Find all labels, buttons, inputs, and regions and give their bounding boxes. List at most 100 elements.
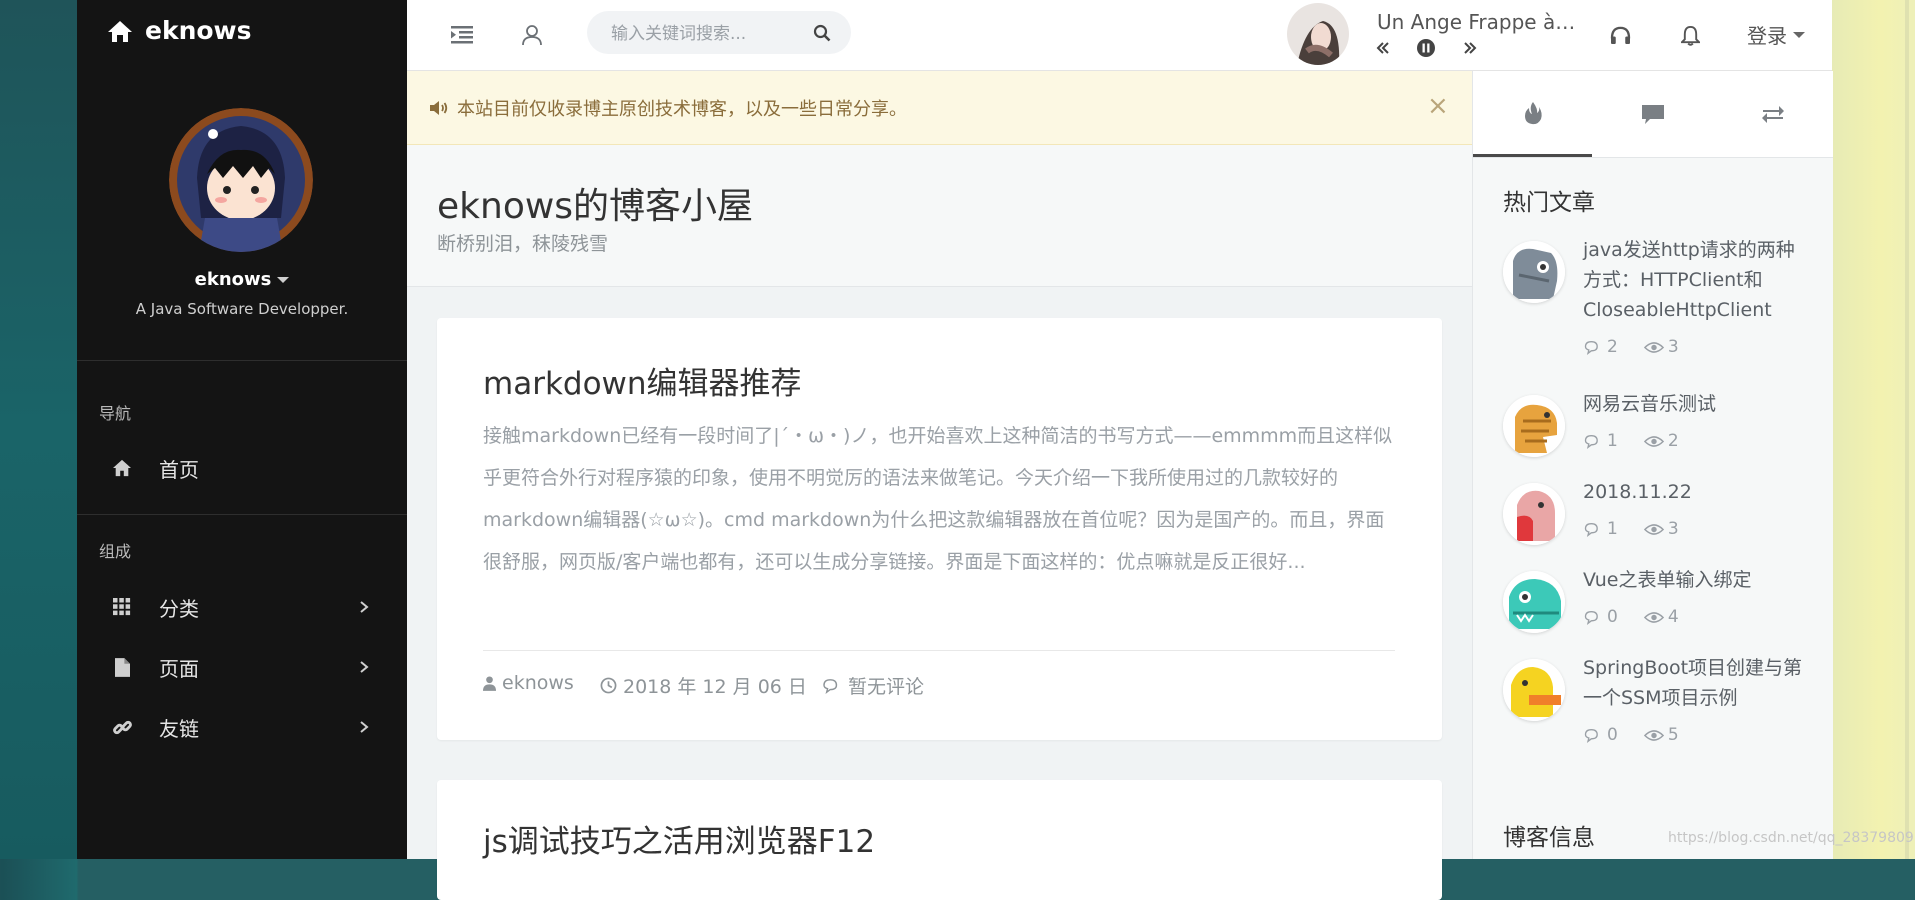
avatar[interactable] (169, 108, 313, 252)
close-icon[interactable]: × (1427, 91, 1449, 121)
eye-icon (1643, 729, 1664, 741)
album-cover[interactable] (1287, 3, 1349, 65)
comments-icon (1584, 340, 1598, 355)
comment-count: 1 (1607, 519, 1618, 539)
user-button[interactable] (519, 22, 545, 48)
author-name: eknows (502, 672, 574, 694)
comments-icon (1584, 434, 1598, 449)
post-date: 2018 年 12 月 06 日 (600, 672, 807, 699)
previous-track-button[interactable] (1373, 38, 1393, 58)
notice-banner: 本站目前仅收录博主原创技术博客，以及一些日常分享。 × (407, 71, 1472, 145)
divider (77, 360, 407, 361)
search-icon[interactable] (813, 24, 831, 42)
page-header: eknows的博客小屋 断桥别泪，秣陵残雪 (407, 145, 1472, 287)
post-card: js调试技巧之活用浏览器F12 (437, 780, 1442, 900)
post-stats: 0 5 (1583, 725, 1679, 745)
comments-icon (1584, 728, 1598, 743)
date-text: 2018 年 12 月 06 日 (623, 676, 807, 698)
view-count: 3 (1667, 337, 1679, 357)
chevron-right-icon (360, 601, 369, 613)
site-title: eknows的博客小屋 (437, 186, 754, 227)
comments-text: 暂无评论 (848, 676, 925, 698)
file-icon (111, 656, 133, 678)
menu-indent-icon (451, 26, 473, 44)
sidebar-item-categories[interactable]: 分类 (77, 582, 407, 632)
search-box (587, 11, 851, 56)
hot-post-title: 2018.11.22 (1583, 481, 1692, 503)
hot-posts-heading: 热门文章 (1503, 190, 1595, 216)
profile-username[interactable]: eknows (77, 269, 407, 290)
window-scrollbar[interactable] (1905, 0, 1909, 859)
comments-icon (823, 678, 838, 694)
post-title[interactable]: js调试技巧之活用浏览器F12 (483, 816, 875, 861)
hot-post-title: Vue之表单输入绑定 (1583, 569, 1752, 591)
tab-random[interactable] (1713, 71, 1832, 157)
eye-icon (1643, 435, 1664, 447)
site-subtitle: 断桥别泪，秣陵残雪 (437, 233, 609, 255)
sidebar-toggle-button[interactable] (449, 22, 475, 48)
headphones-button[interactable] (1607, 22, 1633, 48)
notifications-button[interactable] (1677, 22, 1703, 48)
post-comments[interactable]: 暂无评论 (822, 672, 924, 699)
link-icon (111, 716, 133, 738)
caret-down-icon (1793, 31, 1805, 38)
sidebar-item-label: 页面 (159, 656, 199, 681)
right-sidebar: 热门文章 java发送http请求的两种方式：HTTPClient和Closea… (1472, 71, 1833, 859)
top-header: Un Ange Frappe à Ma Porte 登录 (407, 0, 1832, 71)
home-icon (111, 457, 133, 479)
hot-post-title: 网易云音乐测试 (1583, 393, 1717, 415)
tab-hot[interactable] (1473, 71, 1592, 157)
tab-comments[interactable] (1593, 71, 1712, 157)
eye-icon (1643, 523, 1664, 535)
brand-name: eknows (145, 16, 252, 45)
view-count: 5 (1667, 725, 1679, 745)
speaker-icon (430, 101, 448, 115)
view-count: 4 (1667, 607, 1679, 627)
username-text: eknows (194, 269, 272, 290)
sidebar-item-label: 分类 (159, 596, 199, 621)
sidebar-item-label: 友链 (159, 716, 199, 741)
nav-heading: 组成 (99, 542, 132, 561)
pause-button[interactable] (1416, 38, 1436, 58)
watermark: https://blog.csdn.net/qq_28379809 (1668, 830, 1914, 846)
post-avatar (1503, 483, 1565, 545)
view-count: 2 (1667, 431, 1679, 451)
comments-icon (1584, 610, 1598, 625)
post-excerpt: 接触markdown已经有一段时间了|´・ω・)ノ，也开始喜欢上这种简洁的书写方… (483, 425, 1393, 573)
comments-icon (1584, 522, 1598, 537)
main-content: eknows的博客小屋 断桥别泪，秣陵残雪 markdown编辑器推荐 接触ma… (407, 145, 1472, 900)
nav-heading: 导航 (99, 404, 132, 423)
post-stats: 1 2 (1583, 431, 1679, 451)
post-avatar (1503, 395, 1565, 457)
post-title[interactable]: markdown编辑器推荐 (483, 358, 802, 403)
grid-icon (111, 596, 133, 618)
sidebar-item-home[interactable]: 首页 (77, 443, 407, 493)
sidebar-item-pages[interactable]: 页面 (77, 642, 407, 692)
sidebar-item-links[interactable]: 友链 (77, 702, 407, 752)
comment-count: 0 (1607, 725, 1618, 745)
clock-icon (600, 677, 617, 694)
comment-count: 2 (1607, 337, 1618, 357)
brand-link[interactable]: eknows (107, 16, 252, 45)
search-input[interactable] (609, 11, 813, 56)
divider (77, 514, 407, 515)
post-stats: 0 4 (1583, 607, 1679, 627)
user-icon (522, 25, 542, 46)
eye-icon (1643, 341, 1664, 353)
sidebar-item-label: 首页 (159, 457, 199, 482)
caret-down-icon (277, 277, 290, 283)
hot-post-title: java发送http请求的两种方式：HTTPClient和CloseableHt… (1583, 239, 1795, 321)
double-chevron-left-icon (1376, 42, 1389, 54)
profile-tagline: A Java Software Developper. (135, 300, 349, 318)
divider (483, 650, 1395, 651)
headphones-icon (1610, 26, 1630, 44)
song-title: Un Ange Frappe à Ma Porte (1377, 10, 1577, 34)
post-avatar (1503, 571, 1565, 633)
next-track-button[interactable] (1460, 38, 1480, 58)
panel-tabs (1473, 71, 1833, 158)
post-author[interactable]: eknows (483, 672, 574, 694)
login-label: 登录 (1747, 24, 1787, 48)
post-stats: 2 3 (1583, 337, 1679, 357)
user-icon (483, 675, 496, 691)
login-dropdown[interactable]: 登录 (1747, 20, 1805, 49)
